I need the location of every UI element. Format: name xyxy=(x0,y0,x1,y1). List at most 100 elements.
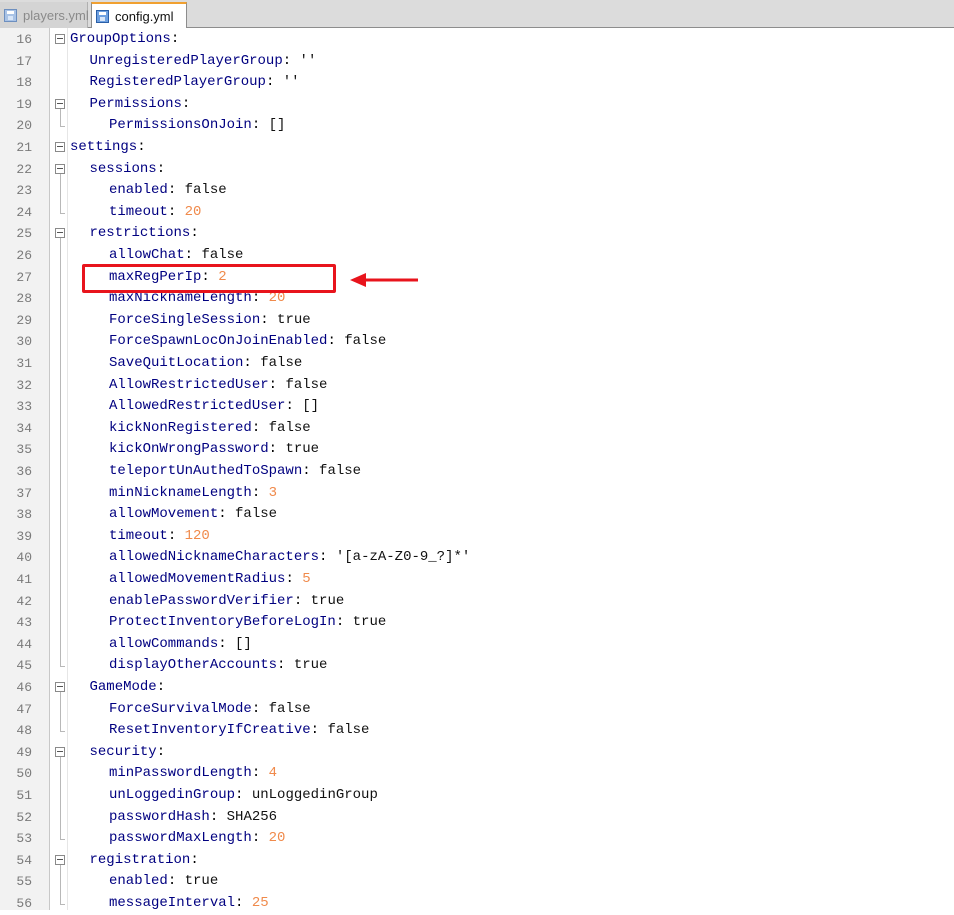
fold-toggle-icon[interactable] xyxy=(55,98,65,109)
line-number: 30 xyxy=(16,334,32,350)
code-line[interactable]: 53 passwordMaxLength: 20 xyxy=(0,828,954,850)
yaml-value: true xyxy=(184,873,219,890)
code-line[interactable]: 39 timeout: 120 xyxy=(0,526,954,548)
code-line[interactable]: 41 allowedMovementRadius: 5 xyxy=(0,569,954,591)
fold-toggle-icon[interactable] xyxy=(55,854,65,865)
yaml-key: minNicknameLength xyxy=(109,484,252,501)
yaml-value: 20 xyxy=(184,203,202,220)
fold-toggle-icon[interactable] xyxy=(55,163,65,174)
code-text: RegisteredPlayerGroup: '' xyxy=(89,74,300,91)
tab-players-yml[interactable]: players.yml xyxy=(0,2,89,28)
code-text: enablePasswordVerifier: true xyxy=(109,592,345,609)
line-number: 53 xyxy=(16,831,32,847)
code-line[interactable]: 52 passwordHash: SHA256 xyxy=(0,807,954,829)
yaml-value: true xyxy=(293,657,328,674)
line-number: 37 xyxy=(16,485,32,501)
line-number: 31 xyxy=(16,356,32,371)
yaml-value: '' xyxy=(282,74,300,91)
yaml-key: enabled xyxy=(109,182,168,199)
code-text: ForceSpawnLocOnJoinEnabled: false xyxy=(109,333,387,350)
code-line[interactable]: 17 UnregisteredPlayerGroup: '' xyxy=(0,51,954,73)
annotation-arrow-icon xyxy=(350,273,418,287)
code-text: Permissions: xyxy=(89,95,191,112)
yaml-value: true xyxy=(277,311,311,328)
yaml-key: enablePasswordVerifier xyxy=(109,592,294,609)
yaml-key: ResetInventoryIfCreative xyxy=(109,722,311,739)
code-line[interactable]: 42 enablePasswordVerifier: true xyxy=(0,591,954,613)
code-line[interactable]: 40 allowedNicknameCharacters: '[a-zA-Z0-9… xyxy=(0,547,954,569)
line-number: 39 xyxy=(16,528,32,544)
tab-config-yml[interactable]: config.yml xyxy=(91,2,187,28)
code-line[interactable]: 22 sessions: xyxy=(0,159,954,181)
code-line[interactable]: 46 GameMode: xyxy=(0,677,954,699)
line-number: 56 xyxy=(16,896,32,911)
code-line[interactable]: 47 ForceSurvivalMode: false xyxy=(0,699,954,721)
fold-guide-end xyxy=(60,126,65,128)
yaml-value: false xyxy=(268,700,311,717)
code-line[interactable]: 16 GroupOptions: xyxy=(0,29,954,51)
yaml-key: displayOtherAccounts xyxy=(109,657,278,674)
yaml-value: 5 xyxy=(302,571,311,587)
fold-toggle-icon[interactable] xyxy=(55,228,65,239)
line-number: 38 xyxy=(16,507,32,523)
code-text: kickNonRegistered: false xyxy=(109,419,311,436)
code-text: PermissionsOnJoin: [] xyxy=(109,117,286,134)
code-text: security: xyxy=(89,743,166,760)
code-line[interactable]: 31 SaveQuitLocation: false xyxy=(0,353,954,375)
fold-guide-end xyxy=(60,666,65,668)
code-line[interactable]: 18 RegisteredPlayerGroup: '' xyxy=(0,72,954,94)
code-line[interactable]: 38 allowMovement: false xyxy=(0,504,954,526)
code-line[interactable]: 25 restrictions: xyxy=(0,223,954,245)
tab-label: config.yml xyxy=(115,8,174,24)
code-line[interactable]: 44 allowCommands: [] xyxy=(0,634,954,656)
code-line[interactable]: 51 unLoggedinGroup: unLoggedinGroup xyxy=(0,785,954,807)
code-line[interactable]: 34 kickNonRegistered: false xyxy=(0,418,954,440)
code-line[interactable]: 23 enabled: false xyxy=(0,180,954,202)
code-line[interactable]: 24 timeout: 20 xyxy=(0,202,954,224)
code-line[interactable]: 30 ForceSpawnLocOnJoinEnabled: false xyxy=(0,331,954,353)
code-line[interactable]: 37 minNicknameLength: 3 xyxy=(0,483,954,505)
line-number: 46 xyxy=(16,680,32,695)
fold-toggle-icon[interactable] xyxy=(55,746,65,757)
code-line[interactable]: 21 settings: xyxy=(0,137,954,159)
code-line[interactable]: 29 ForceSingleSession: true xyxy=(0,310,954,332)
line-number: 19 xyxy=(16,96,32,112)
yaml-key: allowCommands xyxy=(109,635,219,652)
yaml-key: allowChat xyxy=(109,247,185,263)
code-line[interactable]: 56 messageInterval: 25 xyxy=(0,893,954,915)
fold-toggle-icon[interactable] xyxy=(55,142,65,152)
code-line[interactable]: 45 displayOtherAccounts: true xyxy=(0,655,954,677)
code-text: allowCommands: [] xyxy=(109,635,252,652)
line-number: 17 xyxy=(16,53,32,69)
code-line[interactable]: 55 enabled: true xyxy=(0,871,954,893)
code-text: GroupOptions: xyxy=(70,31,180,47)
code-line[interactable]: 48 ResetInventoryIfCreative: false xyxy=(0,720,954,742)
code-text: allowMovement: false xyxy=(109,506,278,523)
code-line[interactable]: 54 registration: xyxy=(0,850,954,872)
fold-toggle-icon[interactable] xyxy=(55,682,65,692)
line-number: 40 xyxy=(16,550,32,566)
line-number: 49 xyxy=(16,744,32,760)
code-line[interactable]: 33 AllowedRestrictedUser: [] xyxy=(0,396,954,418)
yaml-key: Permissions xyxy=(89,95,182,112)
code-line[interactable]: 36 teleportUnAuthedToSpawn: false xyxy=(0,461,954,483)
code-text: allowedNicknameCharacters: '[a-zA-Z0-9_?… xyxy=(109,549,471,566)
yaml-key: RegisteredPlayerGroup xyxy=(89,74,266,91)
code-line[interactable]: 49 security: xyxy=(0,742,954,764)
code-line[interactable]: 19 Permissions: xyxy=(0,94,954,116)
code-line[interactable]: 32 AllowRestrictedUser: false xyxy=(0,375,954,397)
yaml-value: true xyxy=(352,614,387,631)
yaml-key: ForceSingleSession xyxy=(109,311,261,328)
yaml-value: 3 xyxy=(268,484,278,501)
code-line[interactable]: 43 ProtectInventoryBeforeLogIn: true xyxy=(0,612,954,634)
code-text: ResetInventoryIfCreative: false xyxy=(109,722,370,739)
code-line[interactable]: 20 PermissionsOnJoin: [] xyxy=(0,115,954,137)
yaml-value: false xyxy=(344,333,387,350)
code-line[interactable]: 35 kickOnWrongPassword: true xyxy=(0,439,954,461)
line-number: 55 xyxy=(16,874,32,890)
line-number: 23 xyxy=(16,183,32,199)
yaml-key: timeout xyxy=(109,527,168,544)
yaml-value: 25 xyxy=(251,895,269,911)
code-line[interactable]: 50 minPasswordLength: 4 xyxy=(0,763,954,785)
fold-toggle-icon[interactable] xyxy=(55,34,65,44)
